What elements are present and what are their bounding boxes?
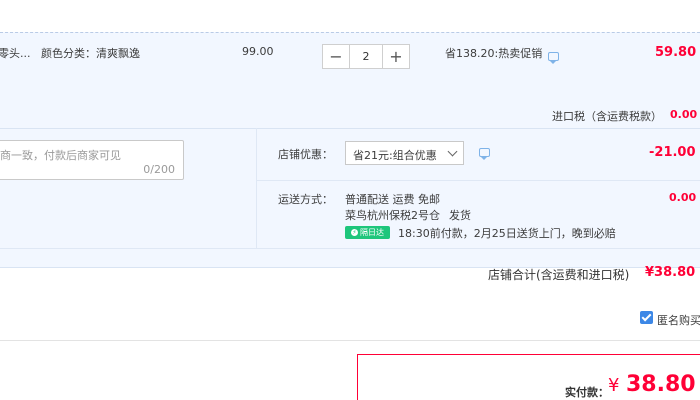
seller-message-input[interactable]: 商一致，付款后商家可见 0/200 [0, 140, 184, 180]
message-counter: 0/200 [143, 163, 175, 176]
currency-symbol: ¥ [608, 375, 620, 396]
item-promo: 省138.20:热卖促销 [445, 47, 543, 60]
item-sku: 颜色分类：清爽飘逸 [41, 47, 140, 60]
chevron-down-icon [447, 146, 458, 157]
shop-discount-label: 店铺优惠： [278, 148, 333, 161]
promo-info-icon[interactable] [548, 52, 559, 64]
divider [0, 340, 700, 341]
payment-amount: 38.80 [626, 372, 696, 397]
import-tax-label: 进口税（含运费税款） [552, 110, 662, 123]
discount-info-icon[interactable] [479, 148, 490, 160]
shipping-label: 运送方式： [278, 193, 333, 206]
delivery-note: 18:30前付款，2月25日送货上门，晚到必赔 [398, 227, 616, 240]
shipping-dispatch: 发货 [449, 209, 471, 222]
shipping-warehouse: 菜鸟杭州保税2号仓 [345, 209, 440, 222]
shop-discount-selected: 省21元:组合优惠 [353, 149, 437, 162]
lightning-icon: ⚡ [351, 229, 358, 236]
shop-discount-select[interactable]: 省21元:组合优惠 [345, 141, 464, 165]
anonymous-checkbox[interactable] [640, 311, 653, 324]
badge-label: 隔日达 [360, 228, 384, 237]
quantity-input[interactable]: 2 [350, 45, 382, 68]
increase-quantity-button[interactable]: + [382, 45, 409, 68]
message-placeholder: 商一致，付款后商家可见 [0, 149, 121, 162]
item-title[interactable]: 零头... [0, 45, 31, 61]
item-unit-price: 99.00 [242, 45, 274, 58]
shop-total-value: ¥38.80 [645, 265, 696, 280]
divider [257, 180, 700, 181]
shipping-method: 普通配送 运费 免邮 [345, 193, 440, 206]
shop-discount-value: -21.00 [649, 145, 696, 160]
shop-total-label: 店铺合计(含运费和进口税) [488, 268, 630, 282]
quantity-stepper: − 2 + [322, 44, 410, 69]
next-day-badge: ⚡ 隔日达 [345, 226, 390, 239]
divider [0, 248, 700, 249]
divider [256, 128, 257, 248]
import-tax-value: 0.00 [670, 108, 698, 121]
payment-label: 实付款： [565, 386, 609, 399]
payment-summary-box: 实付款： ¥ 38.80 [357, 354, 700, 400]
shipping-value: 0.00 [669, 191, 697, 204]
decrease-quantity-button[interactable]: − [323, 45, 350, 68]
anonymous-label[interactable]: 匿名购买 [657, 312, 700, 328]
item-subtotal: 59.80 [655, 45, 697, 60]
